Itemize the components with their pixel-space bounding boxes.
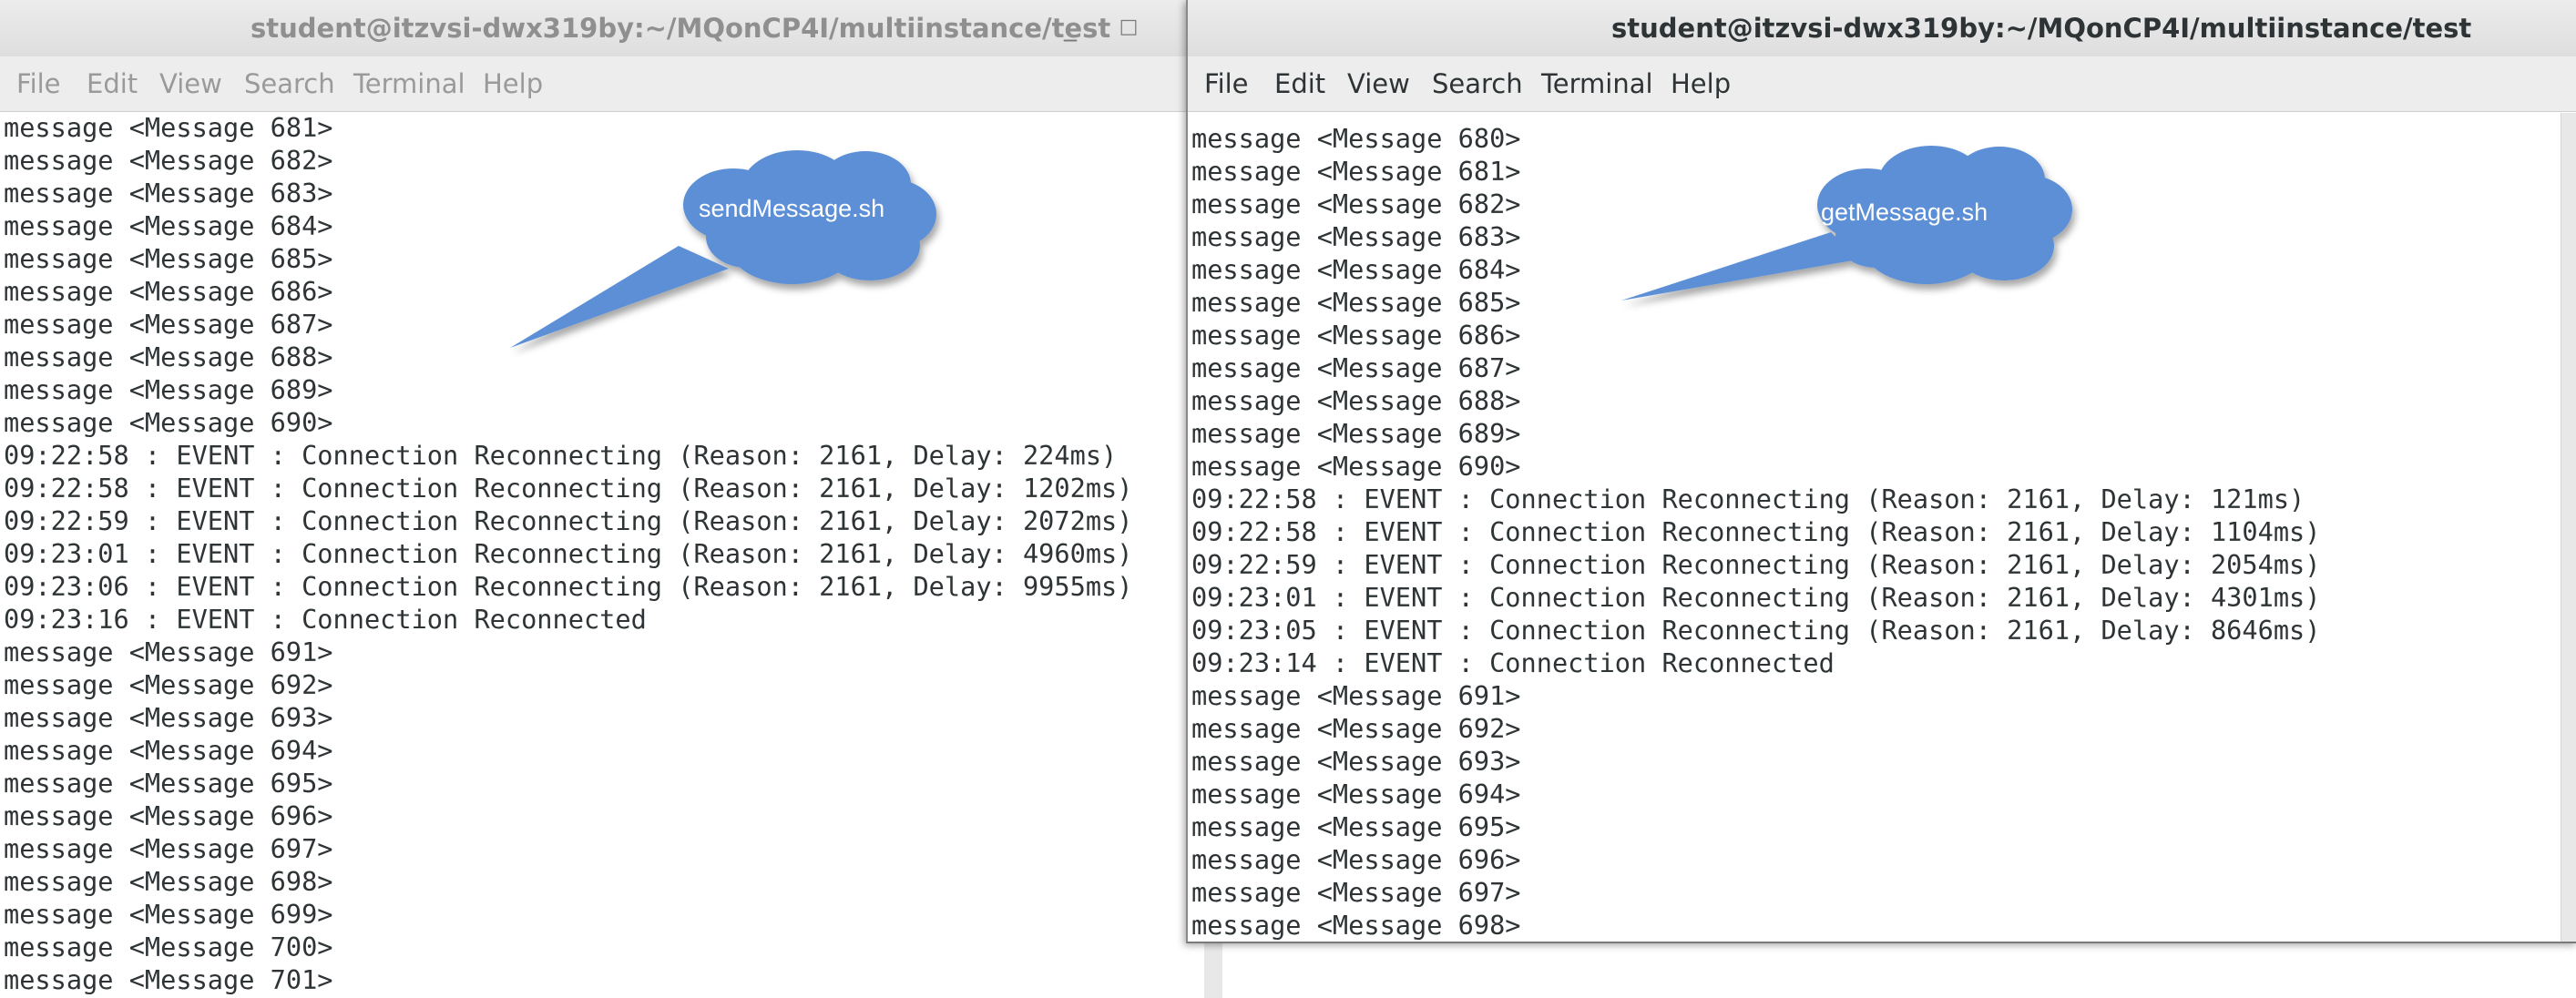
terminal-line: 09:22:59 : EVENT : Connection Reconnecti…	[4, 505, 1133, 536]
scrollbar[interactable]	[2561, 113, 2576, 942]
terminal-line: message <Message 689>	[4, 374, 333, 405]
terminal-line: message <Message 686>	[4, 276, 333, 307]
terminal-line: 09:23:05 : EVENT : Connection Reconnecti…	[1191, 615, 2321, 646]
callout-get-message: getMessage.sh	[1612, 123, 2122, 314]
menu-edit[interactable]: Edit	[1274, 56, 1325, 111]
menu-terminal[interactable]: Terminal	[353, 56, 465, 111]
terminal-line: message <Message 695>	[1191, 811, 1521, 842]
cloud-callout-shape	[510, 150, 936, 348]
terminal-line: message <Message 686>	[1191, 320, 1521, 351]
terminal-line: message <Message 694>	[4, 735, 333, 766]
terminal-line: message <Message 697>	[4, 833, 333, 864]
terminal-line: message <Message 700>	[4, 932, 333, 962]
terminal-line: message <Message 689>	[1191, 418, 1521, 449]
terminal-line: message <Message 687>	[1191, 352, 1521, 383]
terminal-line: message <Message 698>	[4, 866, 333, 897]
window-titlebar[interactable]: student@itzvsi-dwx319by:~/MQonCP4I/multi…	[0, 0, 1208, 57]
terminal-line: message <Message 687>	[4, 309, 333, 340]
menu-search[interactable]: Search	[1432, 56, 1523, 111]
terminal-line: message <Message 693>	[1191, 746, 1521, 777]
callout-label: sendMessage.sh	[699, 195, 885, 222]
terminal-line: message <Message 682>	[4, 145, 333, 176]
menu-file[interactable]: File	[16, 56, 61, 111]
menu-help[interactable]: Help	[1671, 56, 1731, 111]
window-titlebar[interactable]: student@itzvsi-dwx319by:~/MQonCP4I/multi…	[1188, 0, 2576, 57]
menu-bar: File Edit View Search Terminal Help	[0, 56, 1208, 112]
menu-view[interactable]: View	[1347, 56, 1410, 111]
terminal-line: message <Message 681>	[1191, 156, 1521, 187]
terminal-line: message <Message 688>	[4, 341, 333, 372]
terminal-line: message <Message 681>	[4, 113, 333, 143]
terminal-line: message <Message 695>	[4, 768, 333, 799]
scrollbar[interactable]	[1204, 938, 1222, 998]
menu-terminal[interactable]: Terminal	[1541, 56, 1653, 111]
menu-bar: File Edit View Search Terminal Help	[1188, 56, 2576, 112]
terminal-line: message <Message 685>	[4, 243, 333, 274]
terminal-line: message <Message 684>	[4, 210, 333, 241]
menu-view[interactable]: View	[159, 56, 222, 111]
terminal-line: 09:22:59 : EVENT : Connection Reconnecti…	[1191, 549, 2321, 580]
terminal-line: message <Message 685>	[1191, 287, 1521, 318]
terminal-line: message <Message 694>	[1191, 779, 1521, 810]
terminal-line: message <Message 699>	[4, 899, 333, 930]
terminal-line: 09:23:14 : EVENT : Connection Reconnecte…	[1191, 647, 1835, 678]
terminal-line: message <Message 690>	[1191, 451, 1521, 482]
terminal-line: message <Message 684>	[1191, 254, 1521, 285]
maximize-icon[interactable]: □	[1115, 13, 1142, 42]
terminal-line: message <Message 692>	[4, 669, 333, 700]
terminal-line: message <Message 696>	[1191, 844, 1521, 875]
terminal-line: 09:23:16 : EVENT : Connection Reconnecte…	[4, 604, 647, 635]
terminal-line: 09:23:01 : EVENT : Connection Reconnecti…	[1191, 582, 2321, 613]
window-title: student@itzvsi-dwx319by:~/MQonCP4I/multi…	[250, 13, 1111, 44]
terminal-line: message <Message 693>	[4, 702, 333, 733]
minimize-icon[interactable]: _	[1057, 13, 1084, 42]
terminal-line: message <Message 683>	[1191, 221, 1521, 252]
menu-help[interactable]: Help	[483, 56, 543, 111]
terminal-line: message <Message 690>	[4, 407, 333, 438]
terminal-line: message <Message 691>	[1191, 680, 1521, 711]
menu-search[interactable]: Search	[244, 56, 335, 111]
terminal-line: 09:23:06 : EVENT : Connection Reconnecti…	[4, 571, 1133, 602]
callout-send-message: sendMessage.sh	[492, 118, 984, 364]
terminal-line: message <Message 697>	[1191, 877, 1521, 908]
terminal-line: 09:22:58 : EVENT : Connection Reconnecti…	[4, 473, 1133, 504]
terminal-line: message <Message 701>	[4, 964, 333, 995]
terminal-line: message <Message 688>	[1191, 385, 1521, 416]
terminal-line: message <Message 698>	[1191, 910, 1521, 941]
terminal-line: 09:22:58 : EVENT : Connection Reconnecti…	[1191, 484, 2305, 514]
terminal-line: message <Message 680>	[1191, 123, 1521, 154]
terminal-line: 09:22:58 : EVENT : Connection Reconnecti…	[1191, 516, 2321, 547]
terminal-line: message <Message 691>	[4, 636, 333, 667]
menu-file[interactable]: File	[1204, 56, 1249, 111]
menu-edit[interactable]: Edit	[87, 56, 138, 111]
terminal-line: message <Message 682>	[1191, 188, 1521, 219]
callout-label: getMessage.sh	[1821, 199, 1988, 226]
terminal-line: message <Message 692>	[1191, 713, 1521, 744]
terminal-line: 09:22:58 : EVENT : Connection Reconnecti…	[4, 440, 1118, 471]
terminal-line: message <Message 696>	[4, 800, 333, 831]
terminal-line: 09:23:01 : EVENT : Connection Reconnecti…	[4, 538, 1133, 569]
terminal-line: message <Message 683>	[4, 178, 333, 209]
window-title: student@itzvsi-dwx319by:~/MQonCP4I/multi…	[1611, 13, 2472, 44]
